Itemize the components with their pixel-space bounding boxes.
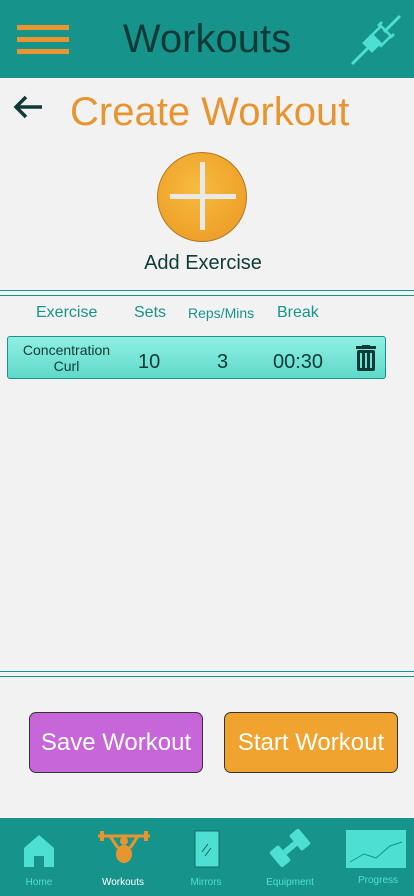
nav-progress[interactable]: Progress bbox=[342, 818, 414, 896]
nav-home-label: Home bbox=[25, 877, 53, 888]
col-header-reps: Reps/Mins bbox=[188, 305, 255, 321]
back-arrow-icon[interactable] bbox=[12, 92, 44, 122]
exercise-break: 00:30 bbox=[273, 351, 324, 373]
weightlifter-icon bbox=[98, 831, 150, 863]
start-workout-button[interactable]: Start Workout bbox=[224, 712, 398, 773]
col-header-break: Break bbox=[277, 304, 319, 321]
nav-equipment-label: Equipment bbox=[266, 877, 314, 888]
save-workout-button[interactable]: Save Workout bbox=[29, 712, 203, 773]
exercise-sets: 10 bbox=[138, 351, 161, 373]
col-header-sets: Sets bbox=[134, 304, 167, 321]
mirror-icon bbox=[194, 830, 220, 868]
add-exercise-button[interactable] bbox=[157, 152, 247, 242]
exercise-name: Concentration Curl bbox=[22, 342, 111, 374]
progress-chart-icon bbox=[346, 830, 406, 868]
plus-icon bbox=[170, 162, 236, 230]
home-icon bbox=[24, 835, 54, 867]
nav-progress-label: Progress bbox=[357, 875, 398, 886]
nav-workouts[interactable]: Workouts bbox=[90, 818, 156, 896]
nav-mirrors[interactable]: Mirrors bbox=[170, 818, 242, 896]
plug-connection-icon[interactable] bbox=[348, 12, 404, 68]
top-bar: Workouts bbox=[0, 0, 414, 78]
nav-workouts-label: Workouts bbox=[101, 877, 145, 888]
exercise-row[interactable]: Concentration Curl 10 3 00:30 bbox=[7, 336, 386, 379]
exercise-reps: 3 bbox=[217, 351, 229, 373]
add-exercise-label: Add Exercise bbox=[144, 252, 262, 274]
trash-icon[interactable] bbox=[355, 345, 377, 372]
nav-equipment[interactable]: Equipment bbox=[254, 818, 326, 896]
divider-bottom bbox=[0, 671, 414, 677]
nav-home[interactable]: Home bbox=[0, 818, 78, 896]
col-header-exercise: Exercise bbox=[36, 304, 98, 321]
page-title: Create Workout bbox=[70, 90, 350, 134]
bottom-nav: Home Workouts Mirrors Equipment Progress bbox=[0, 818, 414, 896]
dumbbell-icon bbox=[269, 828, 311, 868]
divider-top bbox=[0, 290, 414, 296]
nav-mirrors-label: Mirrors bbox=[190, 877, 222, 888]
